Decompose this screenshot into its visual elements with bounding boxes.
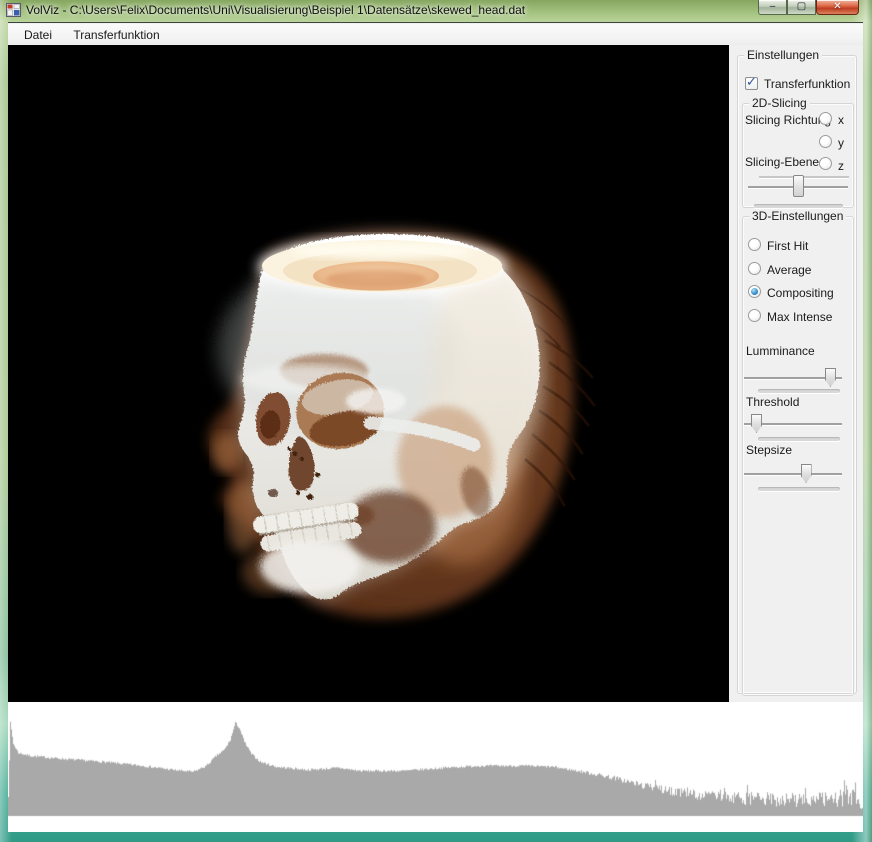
close-button[interactable]: ✕ bbox=[816, 0, 859, 15]
radio-first-hit-label: First Hit bbox=[767, 239, 808, 253]
slider-thumb[interactable] bbox=[801, 464, 812, 483]
radio-axis-y[interactable] bbox=[819, 135, 832, 148]
skull-rendering bbox=[8, 45, 729, 702]
threshold-label: Threshold bbox=[746, 395, 799, 409]
radio-average[interactable] bbox=[748, 262, 761, 275]
stepsize-groove bbox=[758, 487, 840, 491]
stepsize-label: Stepsize bbox=[746, 443, 792, 457]
transferfunktion-label: Transferfunktion bbox=[764, 77, 850, 91]
lumminance-slider[interactable] bbox=[744, 364, 842, 390]
transferfunktion-checkbox[interactable]: ✓ bbox=[745, 77, 758, 90]
radio-first-hit[interactable] bbox=[748, 238, 761, 251]
settings-panel: Einstellungen ✓ Transferfunktion 2D-Slic… bbox=[729, 45, 863, 702]
threshold-groove bbox=[758, 437, 840, 441]
group-einstellungen-title: Einstellungen bbox=[744, 48, 822, 62]
cranium-cut bbox=[258, 238, 506, 294]
window-title: VolViz - C:\Users\Felix\Documents\Uni\Vi… bbox=[26, 3, 525, 17]
radio-average-label: Average bbox=[767, 263, 811, 277]
slider-thumb[interactable] bbox=[793, 175, 804, 197]
menu-transferfunktion[interactable]: Transferfunktion bbox=[64, 25, 168, 45]
threshold-slider[interactable] bbox=[744, 410, 842, 436]
radio-axis-x-label: x bbox=[838, 113, 844, 127]
check-icon: ✓ bbox=[746, 74, 757, 90]
radio-compositing[interactable] bbox=[748, 285, 761, 298]
slicing-ebene-label: Slicing-Ebene bbox=[745, 155, 819, 169]
radio-axis-x[interactable] bbox=[819, 112, 832, 125]
app-icon bbox=[6, 3, 21, 17]
radio-max-intense[interactable] bbox=[748, 309, 761, 322]
group-2d-slicing-title: 2D-Slicing bbox=[749, 96, 810, 110]
slider-thumb[interactable] bbox=[751, 414, 762, 433]
slicing-groove bbox=[754, 204, 843, 208]
lumminance-groove bbox=[758, 389, 840, 393]
lumminance-label: Lumminance bbox=[746, 344, 815, 358]
slider-thumb[interactable] bbox=[825, 368, 836, 387]
menu-datei[interactable]: Datei bbox=[15, 25, 61, 45]
slicing-richtung-label: Slicing Richtung bbox=[745, 113, 831, 127]
radio-compositing-label: Compositing bbox=[767, 286, 834, 300]
group-einstellungen: Einstellungen ✓ Transferfunktion 2D-Slic… bbox=[737, 55, 857, 694]
titlebar[interactable]: VolViz - C:\Users\Felix\Documents\Uni\Vi… bbox=[0, 0, 872, 22]
window-frame: VolViz - C:\Users\Felix\Documents\Uni\Vi… bbox=[0, 0, 872, 842]
menubar: Datei Transferfunktion bbox=[8, 24, 863, 45]
group-3d-einstellungen: 3D-Einstellungen First Hit Average Compo… bbox=[742, 216, 854, 696]
radio-axis-y-label: y bbox=[838, 136, 844, 150]
radio-axis-z-label: z bbox=[838, 159, 844, 173]
radio-axis-z[interactable] bbox=[819, 157, 832, 170]
render-viewport[interactable] bbox=[8, 45, 729, 702]
group-3d-title: 3D-Einstellungen bbox=[749, 209, 846, 223]
stepsize-slider[interactable] bbox=[744, 460, 842, 486]
minimize-button[interactable]: – bbox=[758, 0, 787, 15]
maximize-button[interactable]: ▢ bbox=[787, 0, 816, 15]
histogram-panel bbox=[8, 702, 863, 832]
group-2d-slicing: 2D-Slicing Slicing Richtung x y Slicing-… bbox=[742, 103, 854, 208]
slider-track[interactable] bbox=[744, 473, 842, 475]
slicing-ebene-slider[interactable] bbox=[748, 173, 848, 199]
client-area: Datei Transferfunktion bbox=[8, 22, 863, 831]
histogram-canvas[interactable] bbox=[8, 702, 863, 832]
radio-max-intense-label: Max Intense bbox=[767, 310, 832, 324]
